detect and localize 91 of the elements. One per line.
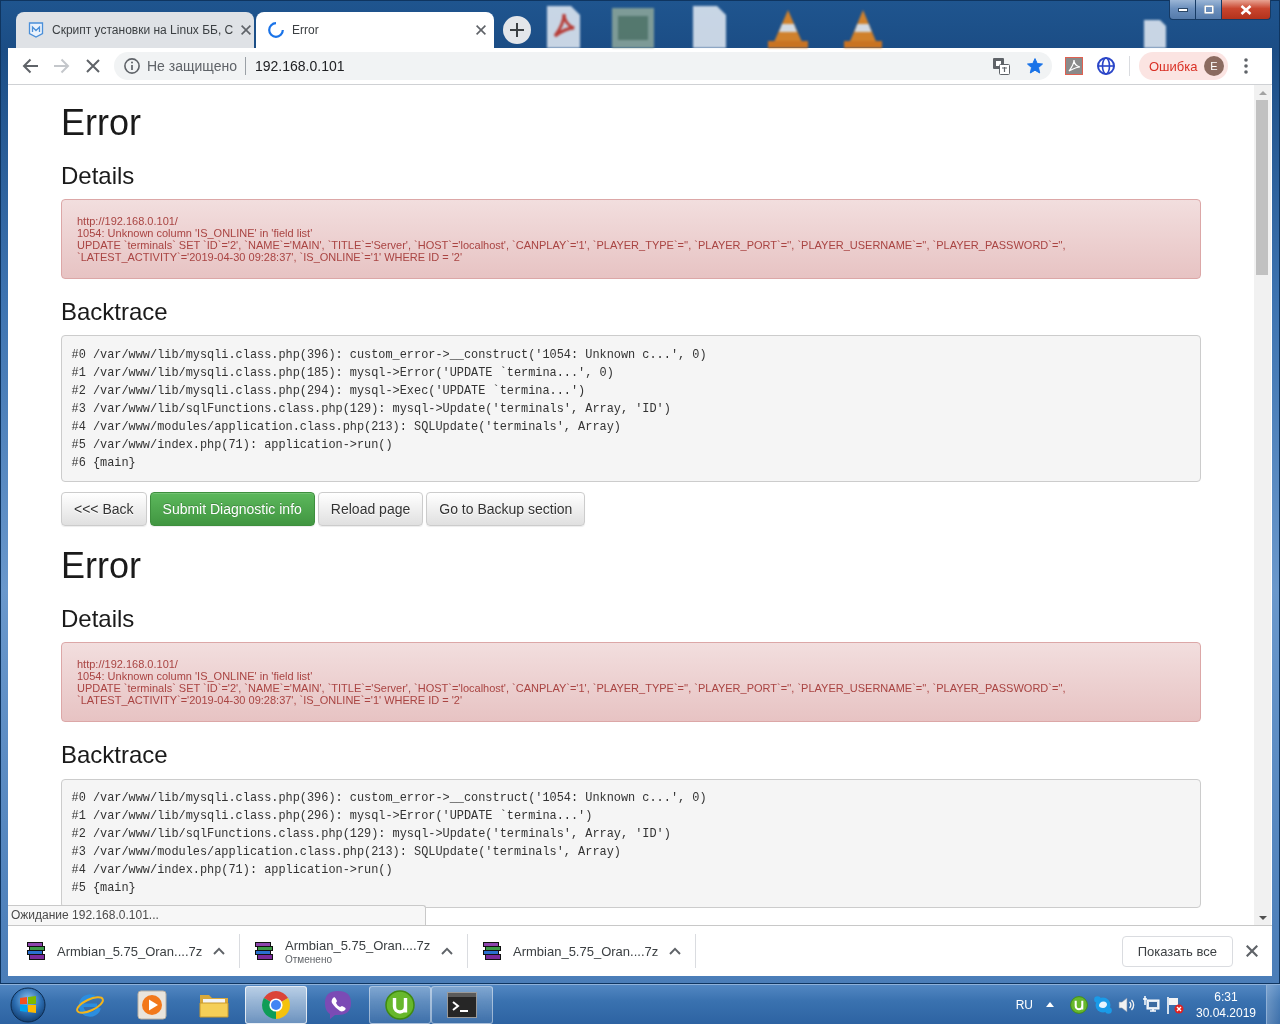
- star-icon[interactable]: [1027, 58, 1043, 74]
- backtrace-line: #5 {main}: [71, 880, 137, 898]
- details-line: UPDATE `terminals` SET `ID`='2', `NAME`='MAIN', `TITLE`='Server', `HOST`='localhost', `CANPLAY`='1', `PLAYER_TYPE`='', `PLAYER_PORT`='', `PLAYER_USERNAME`='', `PLAYER_PASSWORD`='', `LATEST_ACTIVITY`='2019-04-30 09:28:37', `IS_ONLINE`='1' WHERE ID = '2': [77, 682, 1067, 707]
- close-window-button[interactable]: [1221, 0, 1271, 20]
- maximize-button[interactable]: [1195, 0, 1222, 20]
- details-heading: Details: [61, 605, 136, 633]
- menu-icon[interactable]: [1244, 58, 1248, 74]
- security-label[interactable]: Не защищено: [147, 58, 237, 74]
- terminal-icon: [447, 991, 477, 1018]
- backtrace-heading: Backtrace: [61, 742, 169, 769]
- avatar-initial[interactable]: E: [1204, 56, 1224, 76]
- backtrace-line: #4 /var/www/modules/application.class.php(213): SQLUpdate('terminals', Array): [71, 418, 622, 436]
- show-all-button[interactable]: Показать все: [1121, 935, 1233, 967]
- backtrace-line: #5 /var/www/index.php(71): application->run(): [71, 436, 394, 454]
- url-text[interactable]: 192.168.0.101: [255, 58, 993, 74]
- caret-up-icon[interactable]: [441, 947, 453, 955]
- taskbar-button[interactable]: [245, 985, 307, 1024]
- details-line: UPDATE `terminals` SET `ID`='2', `NAME`='MAIN', `TITLE`='Server', `HOST`='localhost', `CANPLAY`='1', `PLAYER_TYPE`='', `PLAYER_PORT`='', `PLAYER_USERNAME`='', `PLAYER_PASSWORD`='', `LATEST_ACTIVITY`='2019-04-30 09:28:37', `IS_ONLINE`='1' WHERE ID = '2': [77, 239, 1067, 263]
- backtrace-line: #1 /var/www/lib/mysqli.class.php(185): mysql->Error('UPDATE `termina...', 0): [71, 364, 615, 382]
- blurred-document-icon: [547, 6, 580, 48]
- backtrace-line: #1 /var/www/lib/mysqli.class.php(296): mysql->Error('UPDATE `termina...'): [71, 808, 594, 826]
- backtrace-heading: Backtrace: [61, 299, 169, 326]
- blurred-document-icon: [1144, 20, 1166, 48]
- download-filename[interactable]: Armbian_5.75_Oran....7z: [285, 937, 441, 953]
- clock-time[interactable]: 6:31: [1214, 988, 1238, 1005]
- backtrace-line: #3 /var/www/modules/application.class.php(213): SQLUpdate('terminals', Array): [71, 844, 622, 862]
- close-icon: [1240, 4, 1252, 15]
- speaker-icon[interactable]: [1118, 996, 1136, 1013]
- plus-icon[interactable]: [510, 23, 524, 37]
- torrent-icon: [1070, 995, 1088, 1014]
- download-filename[interactable]: Armbian_5.75_Oran....7z: [513, 943, 669, 959]
- details-line: http://192.168.0.101/: [77, 215, 179, 227]
- torrent-icon: [385, 989, 415, 1020]
- scrollbar-thumb[interactable]: [1256, 100, 1268, 275]
- caret-up-icon[interactable]: [669, 947, 681, 955]
- chrome-icon: [261, 989, 291, 1020]
- phone-chat-icon: [324, 989, 352, 1020]
- caret-up-icon[interactable]: [213, 947, 225, 955]
- error-heading: Error: [61, 103, 142, 143]
- backtrace-line: #4 /var/www/index.php(71): application->run(): [71, 862, 394, 880]
- pdf-extension-icon[interactable]: [1065, 57, 1083, 75]
- browser-tab[interactable]: Скрипт установки на Linux ББ, С: [16, 12, 254, 48]
- archive-books-icon: [483, 942, 501, 960]
- scrollbar[interactable]: [1254, 85, 1271, 925]
- info-icon[interactable]: [124, 58, 140, 74]
- close-icon[interactable]: [241, 25, 252, 35]
- media-play-icon: [137, 989, 167, 1020]
- globe-icon[interactable]: [1097, 57, 1115, 75]
- profile-button[interactable]: Ошибка E: [1139, 52, 1228, 80]
- archive-books-icon: [27, 942, 45, 960]
- status-bubble: Ожидание 192.168.0.101...: [8, 905, 426, 925]
- clock-date[interactable]: 30.04.2019: [1195, 1004, 1257, 1021]
- language-indicator[interactable]: RU: [1015, 997, 1033, 1012]
- cloud-chat-icon[interactable]: [1094, 995, 1112, 1014]
- close-icon[interactable]: [1246, 945, 1258, 957]
- download-filename[interactable]: Armbian_5.75_Oran....7z: [57, 943, 213, 959]
- flag-alert-icon[interactable]: [1166, 995, 1184, 1014]
- minimize-button[interactable]: [1169, 0, 1196, 20]
- back-button[interactable]: <<< Back: [61, 492, 147, 527]
- backtrace-line: #0 /var/www/lib/mysqli.class.php(396): custom_error->__construct('1054: Unknown c...', 0): [71, 346, 708, 364]
- up-arrow-icon[interactable]: [1046, 1002, 1054, 1007]
- backtrace-line: #2 /var/www/lib/sqlFunctions.class.php(129): mysql->Update('terminals', Array, 'ID'): [71, 826, 672, 844]
- details-line: 1054: Unknown column 'IS_ONLINE' in 'field list': [77, 227, 313, 239]
- backtrace-line: #2 /var/www/lib/mysqli.class.php(294): mysql->Exec('UPDATE `termina...'): [71, 382, 587, 400]
- backtrace-line: #0 /var/www/lib/mysqli.class.php(396): custom_error->__construct('1054: Unknown c...', 0): [71, 790, 708, 808]
- network-icon[interactable]: [1142, 995, 1160, 1014]
- taskbar-button[interactable]: [369, 985, 431, 1024]
- blurred-document-icon: [693, 6, 726, 48]
- details-line: 1054: Unknown column 'IS_ONLINE' in 'field list': [77, 670, 313, 683]
- start-orb-icon[interactable]: [10, 986, 46, 1023]
- translate-icon[interactable]: [993, 57, 1010, 75]
- stop-icon[interactable]: [86, 59, 100, 73]
- reload-page-button[interactable]: Reload page: [317, 492, 424, 527]
- details-line: http://192.168.0.101/: [77, 658, 179, 671]
- address-bar[interactable]: Не защищено 192.168.0.101: [114, 52, 1052, 80]
- minimize-icon: [1177, 7, 1188, 12]
- error-heading: Error: [61, 546, 142, 586]
- backup-section-button[interactable]: Go to Backup section: [426, 492, 586, 527]
- maximize-icon: [1203, 5, 1214, 14]
- blurred-picture-icon: [612, 8, 654, 48]
- taskbar-button[interactable]: [431, 985, 493, 1024]
- browser-tab[interactable]: Error: [256, 12, 494, 48]
- new-tab-button[interactable]: [503, 16, 531, 44]
- download-status: Отменено: [285, 953, 333, 965]
- close-icon[interactable]: [476, 25, 486, 35]
- scroll-down-icon[interactable]: [1258, 915, 1267, 920]
- archive-books-icon: [255, 942, 273, 960]
- backtrace-line: #3 /var/www/lib/sqlFunctions.class.php(129): mysql->Update('terminals', Array, 'ID'): [71, 400, 672, 418]
- details-heading: Details: [61, 162, 136, 189]
- back-arrow-icon[interactable]: [22, 58, 38, 74]
- backtrace-line: #6 {main}: [71, 454, 137, 472]
